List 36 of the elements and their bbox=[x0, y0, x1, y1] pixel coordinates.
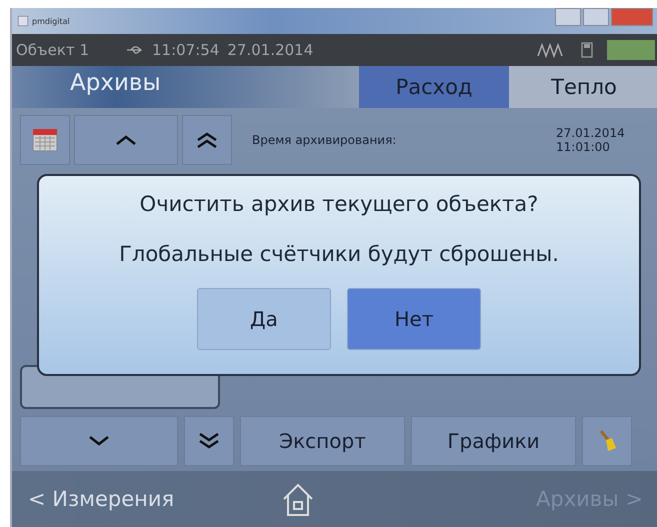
archive-time-label: Время архивирования: bbox=[252, 133, 398, 147]
clear-button[interactable] bbox=[582, 416, 632, 466]
calendar-button[interactable] bbox=[20, 115, 70, 165]
no-button[interactable]: Нет bbox=[347, 288, 481, 350]
page-down-button[interactable] bbox=[184, 416, 234, 466]
window-title: pmdigital bbox=[32, 16, 70, 26]
maximize-button[interactable] bbox=[583, 8, 609, 26]
dialog-question: Очистить архив текущего объекта? bbox=[140, 192, 538, 216]
status-time: 11:07:54 bbox=[152, 41, 220, 59]
export-button[interactable]: Экспорт bbox=[240, 416, 405, 466]
broom-icon bbox=[597, 430, 617, 452]
chevron-down-icon bbox=[88, 436, 110, 446]
double-chevron-up-icon bbox=[196, 132, 218, 148]
status-date: 27.01.2014 bbox=[227, 41, 314, 59]
calendar-icon bbox=[33, 129, 57, 151]
tab[interactable]: Расход bbox=[359, 66, 509, 108]
page-up-button[interactable] bbox=[182, 115, 232, 165]
minimize-button[interactable] bbox=[555, 8, 581, 26]
archive-time: 11:01:00 bbox=[556, 140, 611, 154]
floppy-icon bbox=[581, 42, 593, 58]
dialog-message: Глобальные счётчики будут сброшены. bbox=[119, 242, 559, 266]
app-icon bbox=[18, 16, 28, 26]
close-button[interactable] bbox=[611, 8, 653, 26]
home-icon bbox=[281, 482, 315, 516]
chevron-up-icon bbox=[115, 135, 137, 145]
screen-title: Архивы bbox=[12, 66, 359, 108]
charts-button[interactable]: Графики bbox=[411, 416, 576, 466]
tab[interactable]: Тепло bbox=[509, 66, 657, 108]
yes-button[interactable]: Да bbox=[197, 288, 331, 350]
double-chevron-down-icon bbox=[198, 433, 220, 449]
archive-date: 27.01.2014 bbox=[556, 126, 625, 140]
object-name: Объект 1 bbox=[16, 41, 90, 59]
usb-icon bbox=[126, 45, 144, 55]
scroll-down-button[interactable] bbox=[20, 416, 178, 466]
back-link[interactable]: < Измерения bbox=[28, 487, 278, 511]
battery-icon bbox=[607, 40, 655, 60]
